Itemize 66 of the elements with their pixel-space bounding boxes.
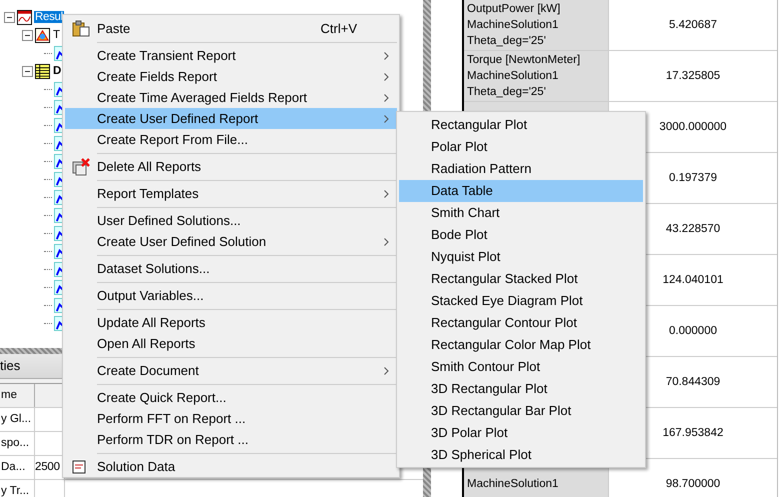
menu-item[interactable]: 3D Spherical Plot xyxy=(399,444,643,466)
collapse-icon[interactable] xyxy=(4,12,15,22)
menu-item[interactable]: Perform FFT on Report ... xyxy=(65,408,397,429)
menu-item[interactable]: Report Templates xyxy=(65,183,397,204)
menu-item[interactable]: Paste Ctrl+V xyxy=(65,18,397,39)
menu-item[interactable]: Create User Defined Report xyxy=(65,108,397,129)
delete-reports-icon xyxy=(72,158,90,176)
property-name-cell: y Gl... xyxy=(0,408,35,431)
quantity-label: MachineSolution1 xyxy=(467,477,560,492)
property-name-cell: spo... xyxy=(0,432,35,455)
tree-item[interactable]: T xyxy=(52,29,61,41)
value-cell: 0.197379 xyxy=(669,172,717,184)
table-icon xyxy=(35,64,50,78)
plots-folder-icon xyxy=(35,28,50,42)
value-cell: 124.040101 xyxy=(662,274,724,286)
quantity-label: Theta_deg='25' xyxy=(467,85,547,100)
menu-item[interactable]: Rectangular Plot xyxy=(399,114,643,136)
property-name-cell: y Tr... xyxy=(0,480,35,497)
menu-item[interactable]: Delete All Reports xyxy=(65,156,397,177)
tree-item[interactable]: D xyxy=(52,65,62,77)
value-cell: 43.228570 xyxy=(666,223,720,235)
menu-item[interactable]: Create Transient Report xyxy=(65,45,397,66)
menu-item[interactable]: Create Document xyxy=(65,360,397,381)
menu-item[interactable]: Solution Data xyxy=(65,456,397,477)
menu-item[interactable]: Nyquist Plot xyxy=(399,246,643,268)
menu-item[interactable]: 3D Rectangular Plot xyxy=(399,378,643,400)
menu-item[interactable]: Rectangular Contour Plot xyxy=(399,312,643,334)
menu-item[interactable]: Data Table xyxy=(399,180,643,202)
menu-item[interactable]: Dataset Solutions... xyxy=(65,258,397,279)
menu-item[interactable]: User Defined Solutions... xyxy=(65,210,397,231)
quantity-label: OutputPower [kW] xyxy=(467,2,562,17)
menu-item[interactable]: Open All Reports xyxy=(65,333,397,354)
value-cell: 167.953842 xyxy=(662,427,724,439)
menu-item[interactable]: Create Time Averaged Fields Report xyxy=(65,87,397,108)
menu-item[interactable]: Stacked Eye Diagram Plot xyxy=(399,290,643,312)
menu-item[interactable]: Create Report From File... xyxy=(65,129,397,150)
menu-item[interactable]: Rectangular Color Map Plot xyxy=(399,334,643,356)
quantity-label: MachineSolution1 xyxy=(467,69,560,84)
menu-item[interactable]: 3D Rectangular Bar Plot xyxy=(399,400,643,422)
value-cell: 17.325805 xyxy=(666,70,720,82)
menu-item[interactable]: Output Variables... xyxy=(65,285,397,306)
menu-item[interactable]: Create User Defined Solution xyxy=(65,231,397,252)
value-cell: 5.420687 xyxy=(669,19,717,31)
menu-item[interactable]: Create Quick Report... xyxy=(65,387,397,408)
quantity-label: Theta_deg='25' xyxy=(467,34,547,49)
menu-item[interactable]: Radiation Pattern xyxy=(399,158,643,180)
column-header[interactable]: me xyxy=(0,384,35,407)
value-cell: 0.000000 xyxy=(669,325,717,337)
quantity-label: MachineSolution1 xyxy=(467,18,560,33)
results-icon xyxy=(17,10,32,24)
menu-item[interactable]: Perform TDR on Report ... xyxy=(65,429,397,450)
collapse-icon[interactable] xyxy=(22,30,33,40)
menu-item[interactable]: Bode Plot xyxy=(399,224,643,246)
property-name-cell: Da... xyxy=(0,456,35,479)
menu-item[interactable]: Rectangular Stacked Plot xyxy=(399,268,643,290)
value-cell: 98.700000 xyxy=(666,478,720,490)
collapse-icon[interactable] xyxy=(22,66,33,76)
value-cell: 3000.000000 xyxy=(659,121,727,133)
menu-item[interactable]: Polar Plot xyxy=(399,136,643,158)
menu-item[interactable]: 3D Polar Plot xyxy=(399,422,643,444)
quantity-label: Torque [NewtonMeter] xyxy=(467,53,582,68)
menu-item[interactable]: Smith Chart xyxy=(399,202,643,224)
clipboard-icon xyxy=(72,20,90,37)
menu-item[interactable]: Create Fields Report xyxy=(65,66,397,87)
value-cell: 70.844309 xyxy=(666,376,720,388)
menu-item[interactable]: Update All Reports xyxy=(65,312,397,333)
